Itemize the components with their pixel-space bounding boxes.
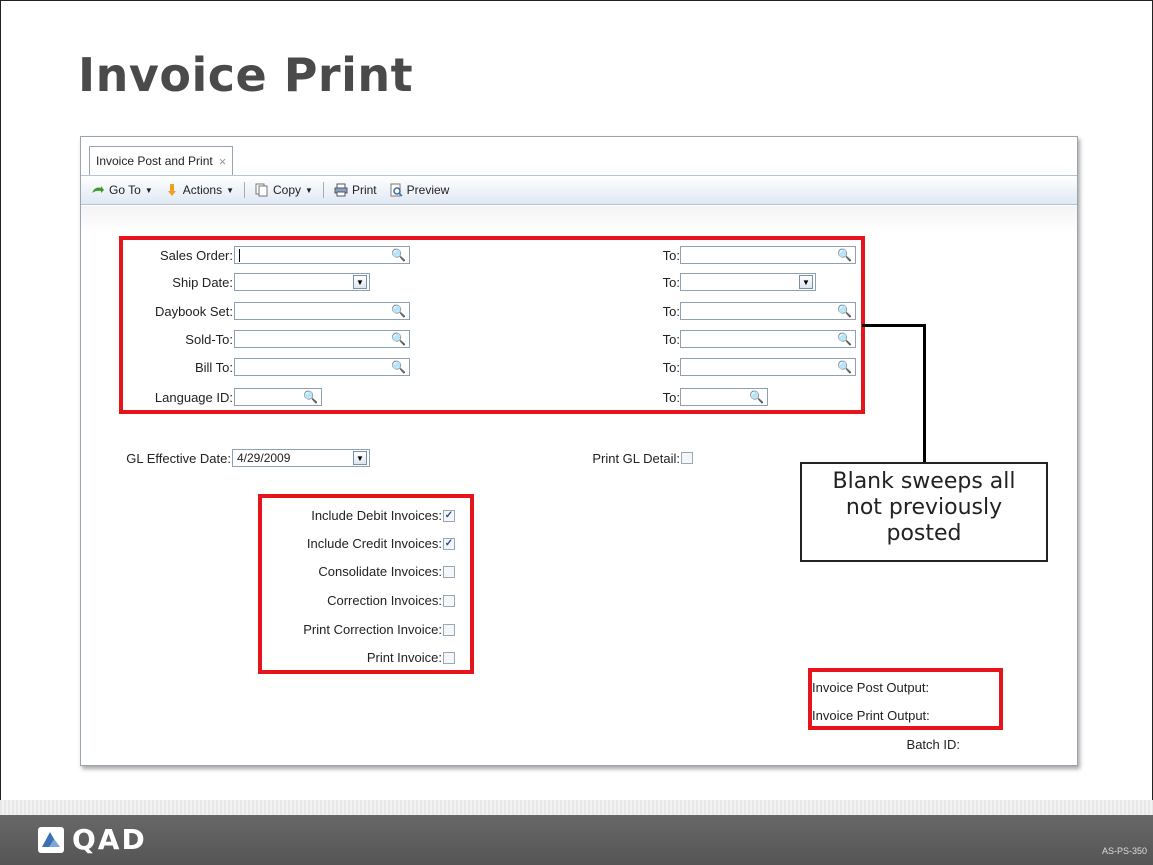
sales-order-from-input[interactable]: 🔍 bbox=[234, 246, 410, 264]
copy-icon bbox=[255, 183, 268, 197]
print-gl-detail-checkbox[interactable] bbox=[681, 452, 693, 464]
preview-icon bbox=[390, 183, 403, 197]
chevron-down-icon: ▼ bbox=[144, 185, 153, 195]
copy-button[interactable]: Copy ▼ bbox=[251, 183, 317, 197]
invoice-post-output-label: Invoice Post Output: bbox=[812, 680, 930, 695]
sales-order-to-input[interactable]: 🔍 bbox=[680, 246, 856, 264]
language-id-label: Language ID: bbox=[154, 390, 233, 405]
tab-label: Invoice Post and Print bbox=[96, 154, 213, 168]
toolbar: Go To ▼ Actions ▼ Copy ▼ Print Preview bbox=[81, 175, 1077, 205]
actions-icon bbox=[167, 184, 176, 196]
gl-effective-date-input[interactable]: 4/29/2009 ▼ bbox=[232, 449, 370, 467]
qad-logo: QAD bbox=[38, 823, 147, 856]
ship-date-to-input[interactable]: ▼ bbox=[680, 273, 816, 291]
include-credit-invoices-label: Include Credit Invoices: bbox=[306, 536, 442, 551]
lookup-icon[interactable]: 🔍 bbox=[391, 248, 406, 262]
actions-button[interactable]: Actions ▼ bbox=[161, 183, 238, 197]
callout-box: Blank sweeps all not previously posted bbox=[800, 462, 1048, 562]
daybook-set-to-input[interactable]: 🔍 bbox=[680, 302, 856, 320]
lookup-icon[interactable]: 🔍 bbox=[391, 304, 406, 318]
ship-date-from-input[interactable]: ▼ bbox=[234, 273, 370, 291]
lookup-icon[interactable]: 🔍 bbox=[391, 332, 406, 346]
footer-bar bbox=[0, 815, 1153, 865]
header-band bbox=[81, 206, 1077, 234]
print-correction-invoice-label: Print Correction Invoice: bbox=[303, 622, 442, 637]
ship-date-label: Ship Date: bbox=[172, 275, 233, 290]
close-icon[interactable]: × bbox=[219, 154, 227, 169]
bill-to-to-input[interactable]: 🔍 bbox=[680, 358, 856, 376]
language-id-to-input[interactable]: 🔍 bbox=[680, 388, 768, 406]
daybook-set-to-label: To: bbox=[662, 304, 680, 319]
print-gl-detail-label: Print GL Detail: bbox=[592, 451, 680, 466]
sales-order-label: Sales Order: bbox=[160, 248, 233, 263]
bill-to-label: Bill To: bbox=[194, 360, 233, 375]
ship-date-to-label: To: bbox=[662, 275, 680, 290]
sales-order-to-label: To: bbox=[662, 248, 680, 263]
chevron-down-icon: ▼ bbox=[226, 185, 235, 195]
chevron-down-icon[interactable]: ▼ bbox=[353, 451, 367, 465]
print-invoice-label: Print Invoice: bbox=[366, 650, 442, 665]
lookup-icon[interactable]: 🔍 bbox=[837, 332, 852, 346]
batch-id-label: Batch ID: bbox=[906, 737, 960, 752]
qad-logo-icon bbox=[38, 826, 64, 853]
actions-label: Actions bbox=[182, 183, 223, 197]
daybook-set-from-input[interactable]: 🔍 bbox=[234, 302, 410, 320]
text-cursor bbox=[239, 249, 240, 262]
footer-strip bbox=[0, 800, 1153, 815]
gl-effective-date-label: GL Effective Date: bbox=[126, 451, 231, 466]
slide-title: Invoice Print bbox=[78, 48, 414, 102]
consolidate-invoices-checkbox[interactable] bbox=[443, 566, 455, 578]
print-button[interactable]: Print bbox=[330, 183, 381, 197]
callout-connector-vertical bbox=[923, 324, 926, 462]
lookup-icon[interactable]: 🔍 bbox=[837, 360, 852, 374]
callout-connector-horizontal bbox=[862, 324, 926, 327]
sold-to-from-input[interactable]: 🔍 bbox=[234, 330, 410, 348]
gl-effective-date-value: 4/29/2009 bbox=[237, 451, 291, 465]
lookup-icon[interactable]: 🔍 bbox=[837, 304, 852, 318]
sold-to-to-label: To: bbox=[662, 332, 680, 347]
sold-to-to-input[interactable]: 🔍 bbox=[680, 330, 856, 348]
print-icon bbox=[334, 183, 348, 197]
toolbar-separator bbox=[244, 182, 246, 198]
callout-line-3: posted bbox=[886, 521, 962, 546]
print-label: Print bbox=[351, 183, 377, 197]
goto-button[interactable]: Go To ▼ bbox=[87, 183, 157, 197]
lookup-icon[interactable]: 🔍 bbox=[391, 360, 406, 374]
lookup-icon[interactable]: 🔍 bbox=[303, 390, 318, 404]
daybook-set-label: Daybook Set: bbox=[154, 304, 233, 319]
preview-button[interactable]: Preview bbox=[385, 183, 454, 197]
include-debit-invoices-checkbox[interactable]: ✓ bbox=[443, 510, 455, 522]
preview-label: Preview bbox=[406, 183, 450, 197]
chevron-down-icon[interactable]: ▼ bbox=[353, 275, 367, 289]
print-correction-invoice-checkbox[interactable] bbox=[443, 624, 455, 636]
callout-line-2: not previously bbox=[845, 495, 1003, 520]
goto-icon bbox=[92, 186, 104, 193]
lookup-icon[interactable]: 🔍 bbox=[837, 248, 852, 262]
correction-invoices-label: Correction Invoices: bbox=[327, 593, 442, 608]
chevron-down-icon: ▼ bbox=[305, 185, 313, 195]
toolbar-separator bbox=[322, 182, 324, 198]
chevron-down-icon[interactable]: ▼ bbox=[799, 275, 813, 289]
sold-to-label: Sold-To: bbox=[185, 332, 233, 347]
print-invoice-checkbox[interactable] bbox=[443, 652, 455, 664]
tab-bar: Invoice Post and Print × bbox=[81, 137, 1077, 175]
consolidate-invoices-label: Consolidate Invoices: bbox=[318, 564, 442, 579]
slide-code: AS-PS-350 bbox=[1101, 846, 1147, 856]
callout-line-1: Blank sweeps all bbox=[832, 469, 1016, 494]
bill-to-from-input[interactable]: 🔍 bbox=[234, 358, 410, 376]
copy-label: Copy bbox=[273, 183, 302, 197]
correction-invoices-checkbox[interactable] bbox=[443, 595, 455, 607]
lookup-icon[interactable]: 🔍 bbox=[749, 390, 764, 404]
language-id-to-label: To: bbox=[662, 390, 680, 405]
tab-invoice-post-print[interactable]: Invoice Post and Print × bbox=[89, 146, 234, 175]
bill-to-to-label: To: bbox=[662, 360, 680, 375]
language-id-from-input[interactable]: 🔍 bbox=[234, 388, 322, 406]
invoice-print-output-label: Invoice Print Output: bbox=[812, 708, 930, 723]
include-debit-invoices-label: Include Debit Invoices: bbox=[311, 508, 442, 523]
qad-logo-text: QAD bbox=[72, 823, 147, 856]
goto-label: Go To bbox=[109, 183, 141, 197]
include-credit-invoices-checkbox[interactable]: ✓ bbox=[443, 538, 455, 550]
